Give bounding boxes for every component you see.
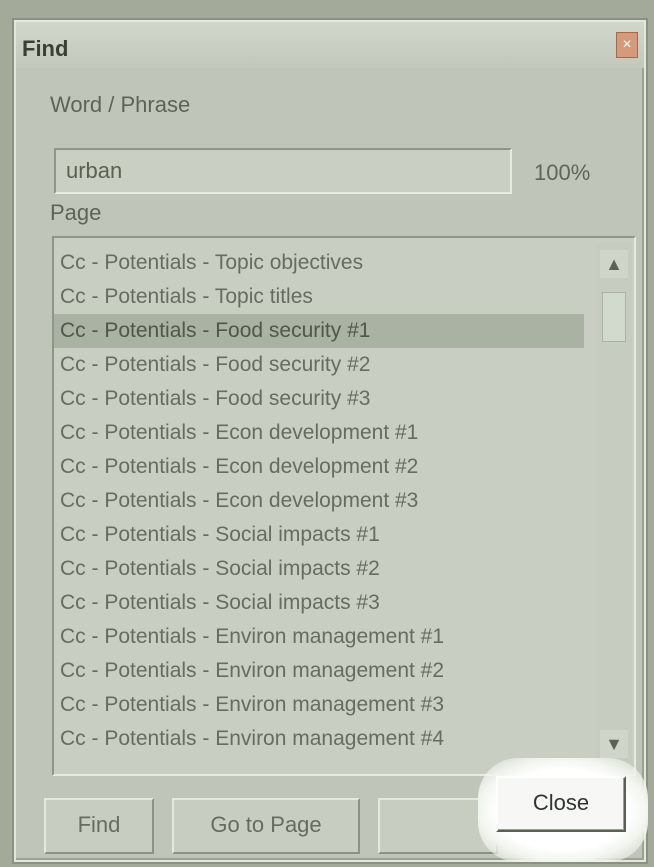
page-list-item[interactable]: Cc - Potentials - Social impacts #3 [54,586,584,620]
title-bar[interactable]: Find × [16,22,644,68]
page-list-item[interactable]: Cc - Potentials - Econ development #1 [54,416,584,450]
page-list-item[interactable]: Cc - Potentials - Environ management #4 [54,722,584,756]
close-button[interactable]: Close [496,776,626,832]
page-list-item[interactable]: Cc - Potentials - Environ management #3 [54,688,584,722]
page-list-item[interactable]: Cc - Potentials - Social impacts #1 [54,518,584,552]
find-dialog: Find × Word / Phrase urban 100% Page Cc … [14,20,646,862]
go-to-page-button[interactable]: Go to Page [172,798,360,854]
find-button[interactable]: Find [44,798,154,854]
scroll-thumb[interactable] [602,292,626,342]
word-phrase-label: Word / Phrase [50,92,191,117]
search-input[interactable]: urban [54,148,512,194]
page-label: Page [50,200,102,225]
page-list-item[interactable]: Cc - Potentials - Econ development #3 [54,484,584,518]
page-list-items: Cc - Potentials - Topic objectives Cc - P… [54,246,584,756]
page-list[interactable]: Cc - Potentials - Topic objectives Cc - P… [52,236,636,776]
scroll-up-icon[interactable]: ▲ [600,250,628,278]
close-icon[interactable]: × [616,32,638,58]
match-percent: 100% [534,160,591,185]
page-list-scrollbar[interactable]: ▲ ▼ [596,242,632,770]
page-list-item[interactable]: Cc - Potentials - Topic titles [54,280,584,314]
page-list-item[interactable]: Cc - Potentials - Social impacts #2 [54,552,584,586]
page-list-item[interactable]: Cc - Potentials - Econ development #2 [54,450,584,484]
dialog-title: Find [22,36,69,61]
page-list-item[interactable]: Cc - Potentials - Food security #3 [54,382,584,416]
scroll-down-icon[interactable]: ▼ [600,730,628,758]
page-list-item[interactable]: Cc - Potentials - Food security #2 [54,348,584,382]
page-list-item[interactable]: Cc - Potentials - Environ management #2 [54,654,584,688]
page-list-item[interactable]: Cc - Potentials - Environ management #1 [54,620,584,654]
page-list-item[interactable]: Cc - Potentials - Topic objectives [54,246,584,280]
page-list-item[interactable]: Cc - Potentials - Food security #1 [54,314,584,348]
